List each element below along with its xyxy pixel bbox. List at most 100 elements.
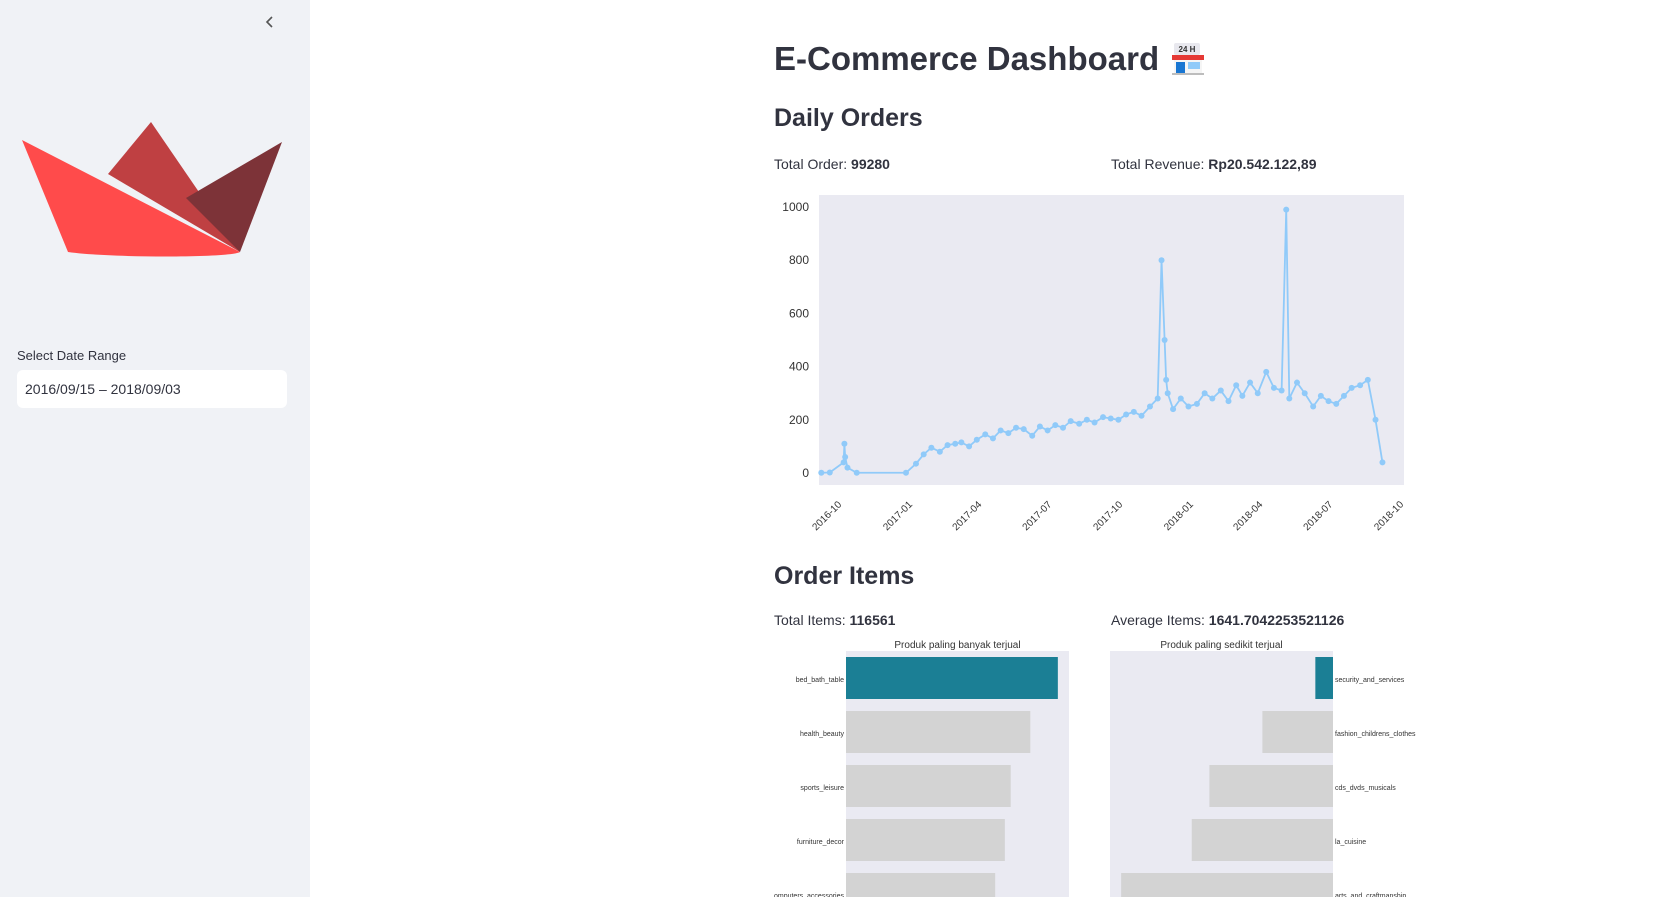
bar-label: security_and_services (1335, 677, 1405, 684)
y-tick-label: 200 (789, 413, 809, 427)
daily-orders-point (997, 427, 1004, 434)
bar (846, 819, 1005, 861)
daily-orders-point (1364, 376, 1371, 383)
average-items-label: Average Items: (1111, 612, 1205, 628)
daily-orders-point (841, 440, 848, 447)
date-range-label: Select Date Range (17, 348, 127, 363)
main-content: E-Commerce Dashboard 24 H Daily Orders T… (774, 0, 1534, 897)
daily-orders-chart: 0 200 400 600 800 1000 2016-10 2017-01 2017-04 20… (782, 195, 1406, 533)
daily-orders-point (1333, 400, 1340, 407)
bar-label: computers_accessories (774, 893, 844, 897)
daily-orders-point (1076, 420, 1083, 427)
date-range-input[interactable]: 2016/09/15 – 2018/09/03 (17, 370, 287, 408)
daily-orders-point (1379, 459, 1386, 466)
daily-orders-point (1233, 382, 1240, 389)
convenience-store-icon: 24 H (1172, 43, 1205, 75)
daily-orders-point (1158, 257, 1165, 264)
daily-orders-point (1372, 416, 1379, 423)
daily-orders-point (1310, 403, 1317, 410)
x-tick-label: 2018-01 (1162, 499, 1196, 533)
daily-orders-point (1185, 403, 1192, 410)
daily-orders-point (1170, 406, 1177, 413)
daily-orders-point (818, 469, 825, 476)
x-tick-label: 2018-10 (1372, 499, 1406, 533)
bar (846, 711, 1031, 753)
daily-orders-point (1357, 382, 1364, 389)
plot-area (819, 195, 1404, 485)
daily-orders-point (928, 444, 935, 451)
daily-orders-point (842, 454, 849, 461)
x-tick-label: 2018-07 (1302, 499, 1336, 533)
daily-orders-point (1177, 395, 1184, 402)
chevron-left-icon (265, 16, 273, 28)
y-tick-label: 400 (789, 360, 809, 374)
daily-orders-point (920, 451, 927, 458)
daily-orders-point (840, 459, 847, 466)
bar-chart-title: Produk paling sedikit terjual (1160, 640, 1282, 651)
daily-orders-point (1278, 387, 1285, 394)
date-range-value: 2016/09/15 – 2018/09/03 (25, 381, 181, 397)
daily-orders-point (1325, 398, 1332, 405)
daily-orders-point (952, 440, 959, 447)
daily-orders-point (1164, 390, 1171, 397)
daily-orders-point (1193, 400, 1200, 407)
daily-orders-point (1294, 379, 1301, 386)
daily-orders-point (1020, 426, 1027, 433)
average-items-value: 1641.7042253521126 (1208, 612, 1345, 628)
daily-orders-heading: Daily Orders (774, 104, 923, 132)
daily-orders-point (1029, 432, 1036, 439)
bar-label: la_cuisine (1335, 839, 1366, 846)
least-selling-chart: Produk paling sedikit terjual security_an… (1110, 640, 1416, 897)
x-tick-label: 2017-07 (1021, 499, 1055, 533)
bar (1121, 873, 1333, 897)
bar-label: arts_and_craftmanship (1335, 893, 1406, 897)
daily-orders-point (844, 464, 851, 471)
y-tick-label: 1000 (782, 200, 809, 214)
total-order-label: Total Order: (774, 156, 848, 172)
total-revenue-metric: Total Revenue: Rp20.542.122,89 (1111, 156, 1317, 172)
daily-orders-point (958, 439, 965, 446)
total-order-metric: Total Order: 99280 (774, 156, 890, 172)
daily-orders-point (936, 448, 943, 455)
daily-orders-point (1100, 414, 1107, 421)
bar (1262, 711, 1333, 753)
daily-orders-point (1130, 408, 1137, 415)
page-title-text: E-Commerce Dashboard (774, 40, 1160, 77)
total-items-label: Total Items: (774, 612, 846, 628)
daily-orders-point (826, 469, 833, 476)
daily-orders-point (973, 436, 980, 443)
y-tick-label: 600 (789, 306, 809, 320)
daily-orders-point (1239, 392, 1246, 399)
average-items-metric: Average Items: 1641.7042253521126 (1111, 612, 1344, 628)
daily-orders-point (1217, 387, 1224, 394)
total-items-metric: Total Items: 116561 (774, 612, 895, 628)
daily-orders-point (1225, 398, 1232, 405)
x-tick-label: 2017-04 (951, 499, 985, 533)
daily-orders-point (1286, 395, 1293, 402)
daily-orders-point (1163, 376, 1170, 383)
daily-orders-point (1301, 390, 1308, 397)
y-tick-label: 800 (789, 253, 809, 267)
daily-orders-point (1317, 392, 1324, 399)
bar-label: sports_leisure (800, 785, 844, 792)
collapse-sidebar-button[interactable] (258, 10, 282, 34)
daily-orders-point (1146, 403, 1153, 410)
daily-orders-point (1254, 390, 1261, 397)
daily-orders-point (912, 460, 919, 467)
daily-orders-point (1052, 422, 1059, 429)
daily-orders-point (1348, 384, 1355, 391)
bar-label: bed_bath_table (796, 677, 844, 684)
daily-orders-point (944, 442, 951, 449)
daily-orders-point (982, 431, 989, 438)
daily-orders-point (1154, 395, 1161, 402)
bar-chart-title: Produk paling banyak terjual (894, 640, 1020, 651)
bar (1191, 819, 1333, 861)
x-tick-label: 2018-04 (1232, 499, 1266, 533)
bar-label: cds_dvds_musicals (1335, 785, 1396, 792)
store-icon-text: 24 H (1179, 45, 1196, 54)
daily-orders-point (1067, 418, 1074, 425)
sidebar: Select Date Range 2016/09/15 – 2018/09/0… (0, 0, 310, 897)
bar (846, 657, 1058, 699)
daily-orders-point (1044, 427, 1051, 434)
bar (1315, 657, 1333, 699)
